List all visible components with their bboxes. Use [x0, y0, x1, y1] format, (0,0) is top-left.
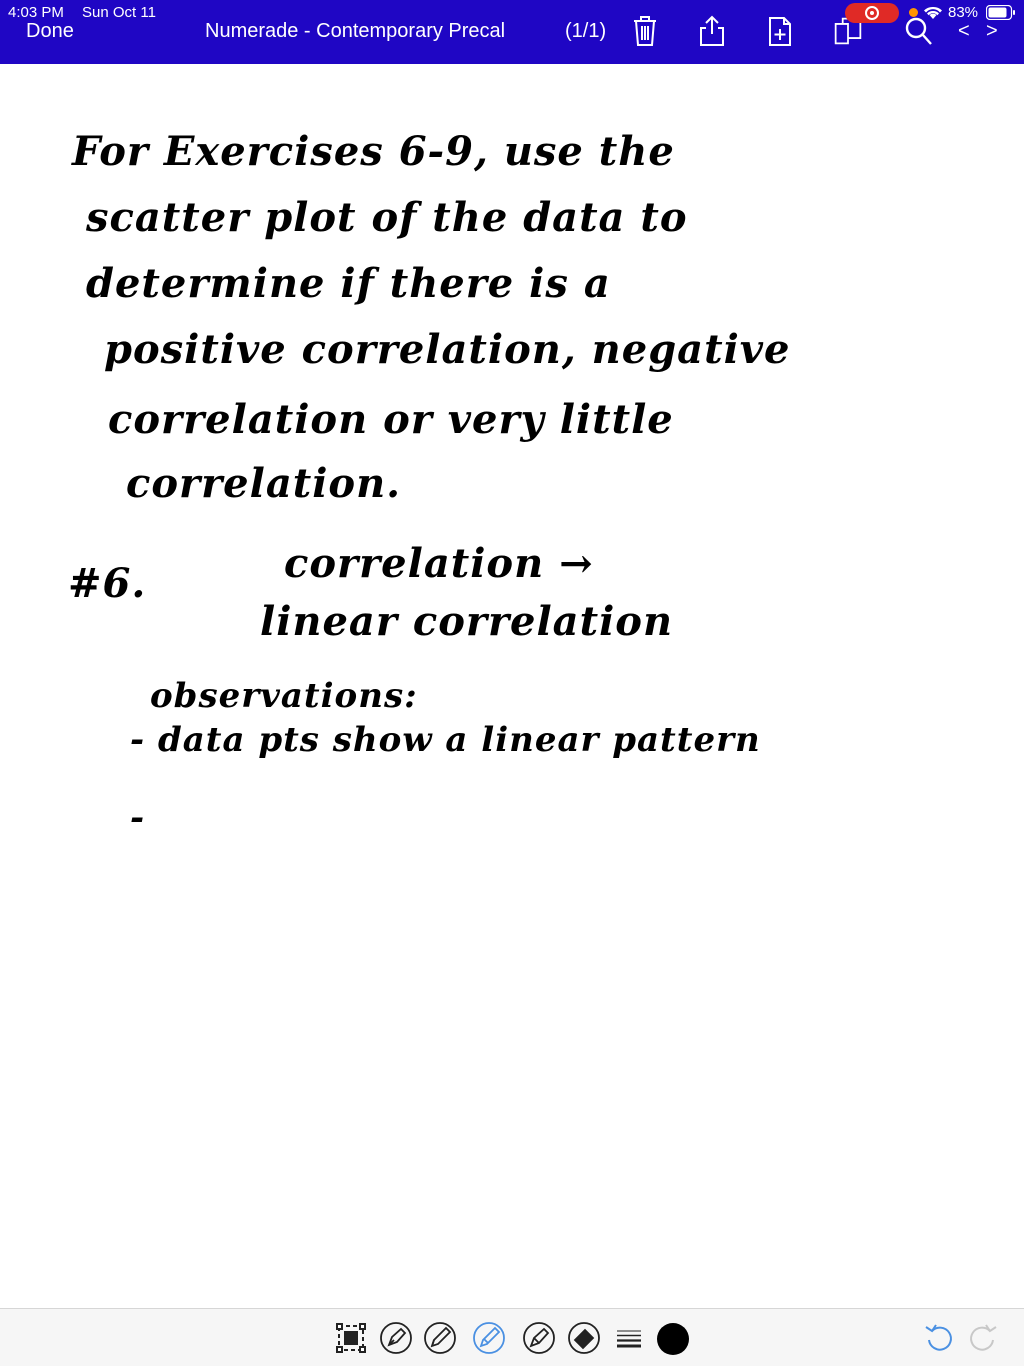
line-width-icon[interactable]: [612, 1321, 646, 1355]
note-line: correlation.: [126, 460, 402, 507]
drawing-toolbar: [0, 1308, 1024, 1366]
note-line: - data pts show a linear pattern: [130, 720, 761, 760]
share-icon[interactable]: [697, 14, 727, 48]
note-line: scatter plot of the data to: [86, 194, 688, 241]
lasso-icon[interactable]: [334, 1321, 368, 1355]
status-time: 4:03 PM: [8, 4, 64, 21]
document-title: Numerade - Contemporary Precal: [205, 20, 506, 42]
eraser-icon[interactable]: [567, 1321, 601, 1355]
trash-icon[interactable]: [630, 14, 660, 48]
note-line: #6.: [68, 560, 147, 607]
note-line: determine if there is a: [86, 260, 611, 307]
note-line: -: [130, 798, 146, 838]
note-canvas[interactable]: For Exercises 6-9, use the scatter plot …: [0, 64, 1024, 1308]
highlighter-icon[interactable]: [472, 1321, 506, 1355]
note-line: linear correlation: [260, 598, 674, 645]
redo-icon[interactable]: [966, 1321, 1000, 1355]
top-navigation-bar: 4:03 PM Sun Oct 11 Done Numerade - Conte…: [0, 0, 1024, 64]
done-button[interactable]: Done: [26, 20, 74, 43]
marker-icon[interactable]: [522, 1321, 556, 1355]
status-date: Sun Oct 11: [82, 4, 156, 21]
note-line: positive correlation, negative: [104, 326, 791, 373]
note-line: observations:: [150, 676, 418, 716]
pen-icon[interactable]: [379, 1321, 413, 1355]
battery-icon: [985, 4, 1016, 21]
microphone-indicator-icon: [909, 8, 918, 17]
note-line: correlation →: [284, 540, 594, 587]
next-page-button[interactable]: >: [986, 20, 998, 43]
note-line: correlation or very little: [108, 396, 674, 443]
note-line: For Exercises 6-9, use the: [72, 128, 675, 175]
undo-icon[interactable]: [922, 1321, 956, 1355]
pencil-icon[interactable]: [423, 1321, 457, 1355]
wifi-icon: [923, 4, 943, 20]
add-page-icon[interactable]: [765, 14, 795, 48]
color-picker-button[interactable]: [657, 1323, 689, 1355]
battery-percentage: 83%: [948, 4, 979, 21]
previous-page-button[interactable]: <: [958, 20, 970, 43]
page-count: (1/1): [565, 20, 607, 42]
screen-recording-icon: [845, 3, 899, 23]
